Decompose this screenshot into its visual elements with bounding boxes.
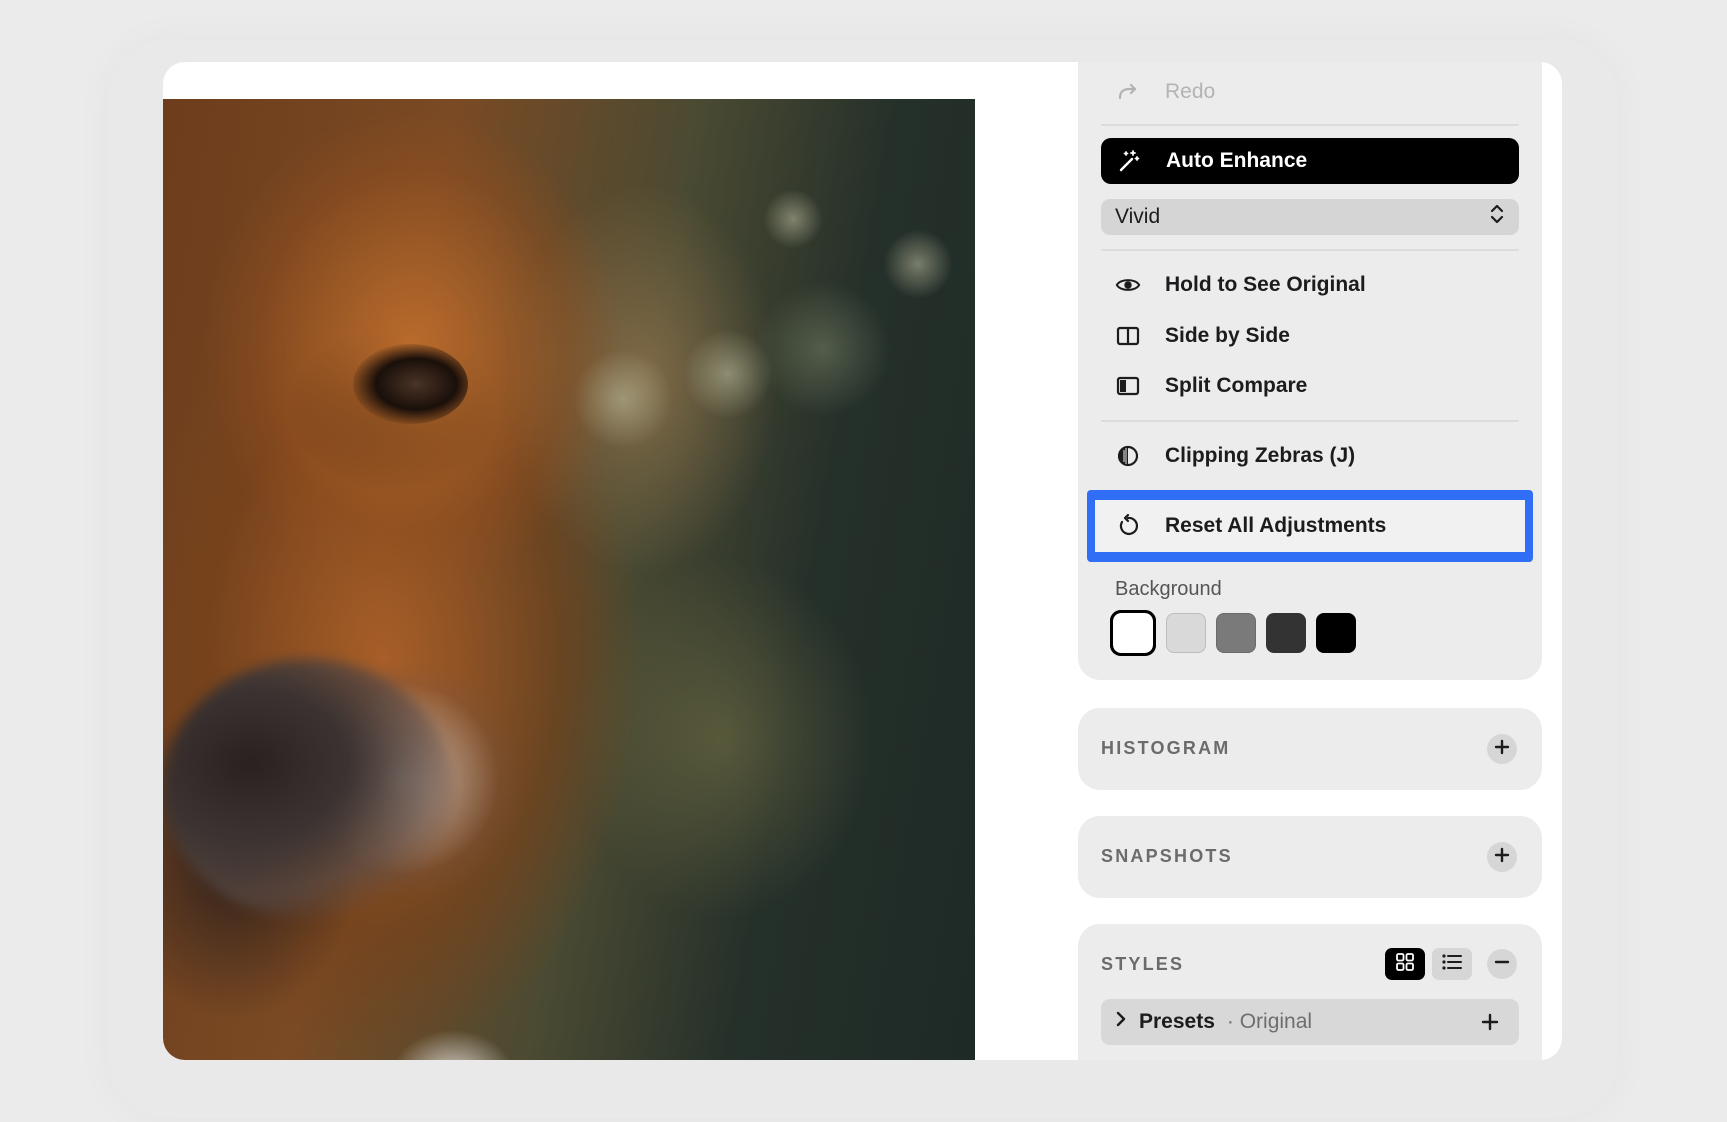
histogram-expand-button[interactable]	[1487, 734, 1517, 764]
zebra-icon	[1115, 443, 1141, 469]
chevron-right-icon	[1115, 1010, 1127, 1034]
list-icon	[1441, 953, 1463, 976]
divider	[1101, 420, 1519, 422]
plus-icon	[1494, 739, 1510, 760]
background-swatch-gray[interactable]	[1216, 613, 1256, 653]
hold-to-see-original-label: Hold to See Original	[1165, 273, 1366, 296]
photo-bokeh	[573, 349, 673, 449]
grid-icon	[1395, 952, 1415, 977]
photo-bokeh	[763, 189, 823, 249]
side-by-side-button[interactable]: Side by Side	[1115, 316, 1290, 356]
list-view-button[interactable]	[1432, 948, 1472, 980]
photo-detail-nose	[163, 659, 453, 919]
hold-to-see-original-button[interactable]: Hold to See Original	[1115, 265, 1366, 305]
clipping-zebras-label: Clipping Zebras (J)	[1165, 444, 1356, 467]
photo-canvas[interactable]	[163, 99, 975, 1060]
histogram-title: HISTOGRAM	[1101, 738, 1231, 758]
plus-icon	[1494, 847, 1510, 868]
grid-view-button[interactable]	[1385, 948, 1425, 980]
presets-label: Presets	[1139, 1010, 1215, 1033]
split-compare-label: Split Compare	[1165, 374, 1308, 397]
photo-bokeh	[883, 229, 953, 299]
clipping-zebras-button[interactable]: Clipping Zebras (J)	[1115, 436, 1355, 476]
side-by-side-icon	[1115, 323, 1141, 349]
background-swatch-light-gray[interactable]	[1166, 613, 1206, 653]
snapshots-expand-button[interactable]	[1487, 842, 1517, 872]
auto-enhance-button[interactable]: Auto Enhance	[1101, 138, 1519, 184]
split-compare-button[interactable]: Split Compare	[1115, 366, 1307, 406]
eye-icon	[1115, 272, 1141, 298]
photo-bokeh	[683, 329, 773, 419]
background-swatch-white[interactable]	[1110, 610, 1156, 656]
styles-title: STYLES	[1101, 954, 1185, 974]
divider	[1101, 249, 1519, 251]
reset-icon	[1115, 513, 1141, 539]
background-swatch-dark-gray[interactable]	[1266, 613, 1306, 653]
magic-wand-icon	[1116, 148, 1142, 174]
presets-row[interactable]: Presets · Original	[1101, 999, 1519, 1045]
presets-value: · Original	[1226, 1010, 1313, 1033]
split-compare-icon	[1115, 373, 1141, 399]
snapshots-title: SNAPSHOTS	[1101, 846, 1233, 866]
chevron-updown-icon	[1489, 203, 1505, 231]
reset-all-adjustments-button[interactable]: Reset All Adjustments	[1115, 506, 1386, 546]
redo-icon	[1115, 79, 1141, 105]
enhance-mode-select[interactable]: Vivid	[1101, 199, 1519, 235]
redo-button[interactable]: Redo	[1115, 72, 1215, 112]
photo-detail-eye	[353, 344, 468, 424]
side-by-side-label: Side by Side	[1165, 324, 1290, 347]
divider	[1101, 124, 1519, 126]
background-label: Background	[1115, 578, 1222, 600]
styles-collapse-button[interactable]	[1487, 949, 1517, 979]
minus-icon	[1494, 954, 1510, 975]
enhance-mode-value: Vivid	[1115, 205, 1161, 228]
redo-label: Redo	[1165, 80, 1216, 103]
reset-all-adjustments-label: Reset All Adjustments	[1165, 514, 1387, 537]
background-swatch-black[interactable]	[1316, 613, 1356, 653]
add-preset-button[interactable]	[1477, 1009, 1503, 1035]
auto-enhance-label: Auto Enhance	[1166, 149, 1308, 172]
